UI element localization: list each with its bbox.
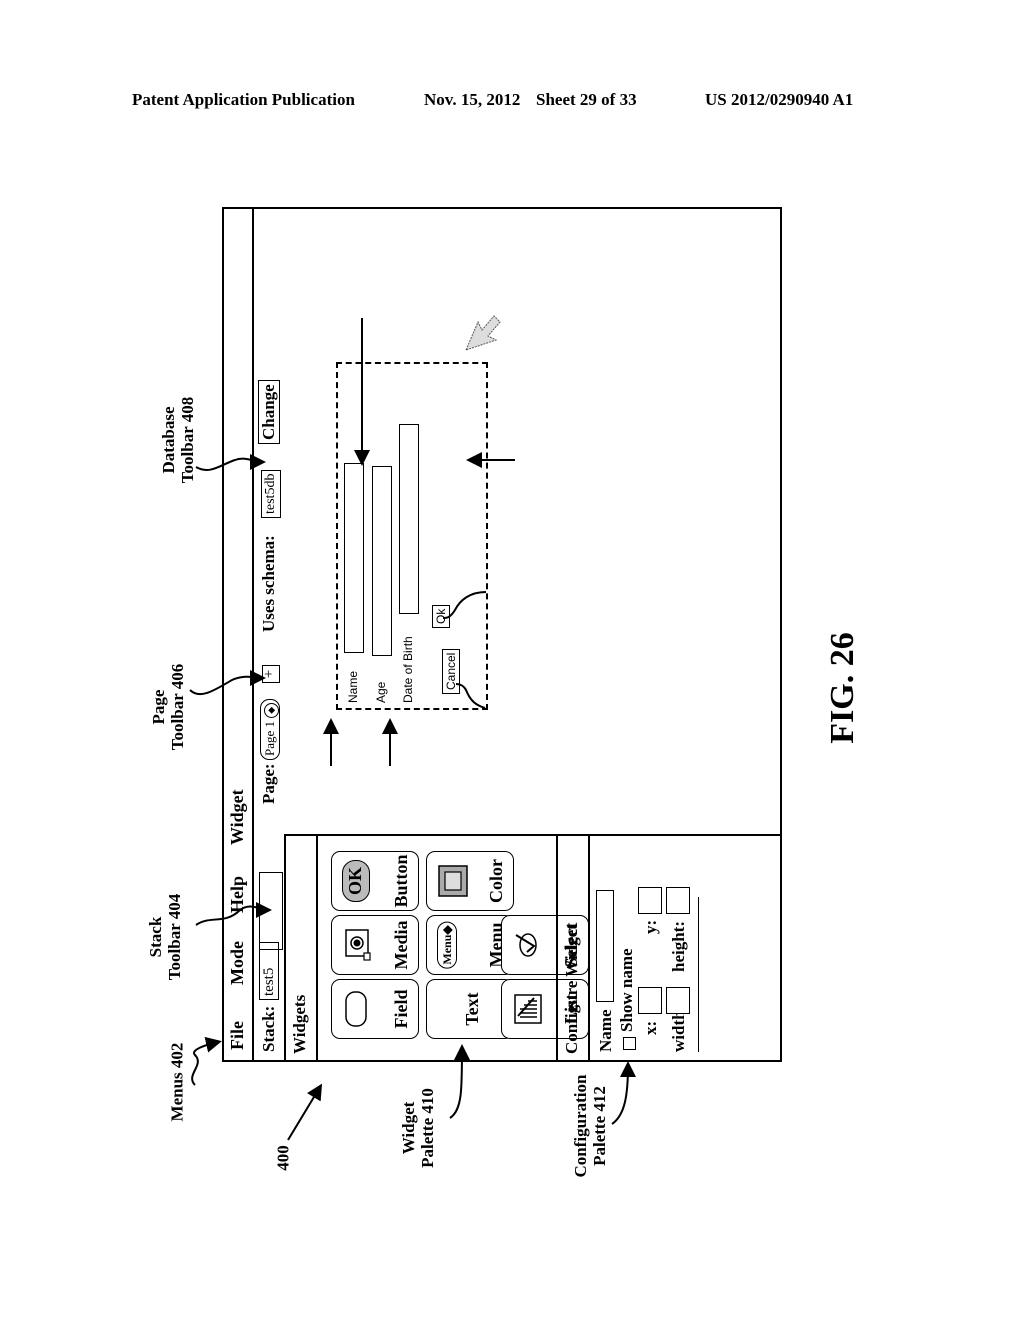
tile-label: Field bbox=[391, 989, 411, 1029]
camera-icon bbox=[342, 926, 379, 964]
dialog-age-field[interactable] bbox=[372, 466, 392, 656]
stack-field-extension bbox=[259, 872, 283, 950]
callout-line: Page bbox=[149, 689, 168, 725]
change-schema-button[interactable]: Change bbox=[258, 380, 280, 444]
callout-400: 400 bbox=[273, 1145, 293, 1171]
callout-line: Toolbar 406 bbox=[168, 663, 187, 751]
add-page-button[interactable]: + bbox=[261, 665, 280, 683]
stack-label: Stack: bbox=[259, 1005, 278, 1052]
callout-config-palette: Configuration Palette 412 bbox=[571, 1075, 609, 1178]
widgets-panel-header: Widgets bbox=[286, 836, 318, 1060]
schema-field[interactable]: test5db bbox=[261, 469, 281, 518]
y-input[interactable] bbox=[638, 887, 662, 914]
dialog-dob-field[interactable] bbox=[399, 424, 419, 614]
callout-stack-toolbar: Stack Toolbar 404 bbox=[146, 894, 184, 980]
callout-line: Toolbar 404 bbox=[165, 893, 184, 981]
menu-dropdown-icon: Menu◆ bbox=[437, 921, 457, 969]
callout-line: Stack bbox=[146, 916, 165, 958]
arrow-config-palette bbox=[611, 1061, 636, 1125]
callout-menus: Menus 402 bbox=[167, 1042, 187, 1122]
menu-icon-text: Menu bbox=[440, 934, 454, 965]
arrow-menus bbox=[191, 1036, 222, 1086]
menu-mode[interactable]: Mode bbox=[227, 941, 248, 985]
widget-tile-field[interactable]: Field bbox=[331, 979, 419, 1039]
dialog-dob-label: Date of Birth bbox=[401, 636, 415, 703]
field-icon bbox=[342, 990, 375, 1028]
publication-title: Patent Application Publication bbox=[132, 90, 355, 109]
menu-widget[interactable]: Widget bbox=[227, 789, 248, 845]
width-input[interactable] bbox=[666, 987, 690, 1014]
callout-widget-palette: Widget Palette 410 bbox=[399, 1088, 437, 1168]
callout-page-toolbar: Page Toolbar 406 bbox=[149, 664, 187, 750]
menu-help[interactable]: Help bbox=[227, 876, 248, 913]
dialog-cancel-button[interactable]: Cancel bbox=[442, 648, 460, 694]
callout-database-toolbar: Database Toolbar 408 bbox=[159, 397, 197, 483]
page-label: Page: bbox=[259, 763, 278, 804]
ok-button-icon: OK bbox=[342, 860, 370, 902]
dialog-name-field[interactable] bbox=[344, 463, 364, 653]
dialog-selection-frame[interactable]: Name Age Date of Birth Cancel Ok bbox=[336, 362, 488, 710]
checkmark-icon bbox=[512, 929, 545, 961]
publication-date: Nov. 15, 2012 bbox=[424, 90, 521, 109]
toolbar-row: Stack: test5 Page: Page 1 ◆ + Uses schem… bbox=[254, 209, 286, 1060]
list-icon bbox=[512, 992, 549, 1026]
config-panel-header: Configure Widget bbox=[556, 836, 590, 1060]
config-panel-title: Configure Widget bbox=[562, 924, 581, 1054]
show-name-checkbox[interactable] bbox=[623, 1037, 636, 1050]
callout-line: Widget bbox=[399, 1101, 418, 1155]
callout-line: Palette 412 bbox=[590, 1086, 609, 1166]
config-name-label: Name bbox=[596, 1009, 615, 1052]
widget-tile-button[interactable]: OK Button bbox=[331, 851, 419, 911]
widgets-panel-title: Widgets bbox=[290, 994, 309, 1054]
widget-tile-color[interactable]: Color bbox=[426, 851, 514, 911]
figure-label: FIG. 26 bbox=[824, 632, 861, 744]
tile-label: Media bbox=[391, 920, 411, 970]
callout-line: Palette 410 bbox=[418, 1088, 437, 1168]
tile-label: Color bbox=[486, 859, 506, 903]
callout-line: Toolbar 408 bbox=[178, 396, 197, 484]
spinner-arrows-icon[interactable]: ◆ bbox=[264, 702, 279, 718]
stack-name-field[interactable]: test5 bbox=[259, 942, 279, 1000]
menu-bar: File Mode Help Widget bbox=[224, 209, 254, 1060]
color-swatch-icon bbox=[437, 864, 474, 898]
patent-number: US 2012/0290940 A1 bbox=[705, 90, 854, 109]
dialog-name-label: Name bbox=[346, 670, 360, 703]
left-panel: Widgets Field Media OK Button Text Menu◆… bbox=[284, 834, 782, 1060]
page-selector[interactable]: Page 1 ◆ bbox=[260, 698, 280, 760]
height-input[interactable] bbox=[666, 887, 690, 914]
x-label: x: bbox=[641, 1020, 660, 1035]
widget-tile-media[interactable]: Media bbox=[331, 915, 419, 975]
show-name-label: Show name bbox=[617, 948, 636, 1032]
schema-label: Uses schema: bbox=[259, 535, 278, 632]
config-divider bbox=[698, 897, 699, 1052]
height-label: height: bbox=[669, 921, 688, 972]
x-input[interactable] bbox=[638, 987, 662, 1014]
application-window: File Mode Help Widget Stack: test5 Page:… bbox=[222, 207, 782, 1062]
plus-icon: + bbox=[261, 669, 277, 679]
callout-line: Database bbox=[159, 406, 178, 474]
page-selector-value: Page 1 bbox=[262, 720, 277, 756]
dialog-age-label: Age bbox=[374, 681, 388, 703]
tile-label: Button bbox=[391, 854, 411, 908]
tile-label: Text bbox=[462, 992, 482, 1026]
sheet-number: Sheet 29 of 33 bbox=[536, 90, 637, 109]
arrow-400 bbox=[287, 1083, 323, 1141]
y-label: y: bbox=[641, 919, 660, 934]
config-name-input[interactable] bbox=[596, 890, 614, 1002]
dialog-ok-button[interactable]: Ok bbox=[432, 604, 450, 628]
menu-file[interactable]: File bbox=[227, 1021, 248, 1050]
callout-line: Configuration bbox=[571, 1074, 590, 1178]
